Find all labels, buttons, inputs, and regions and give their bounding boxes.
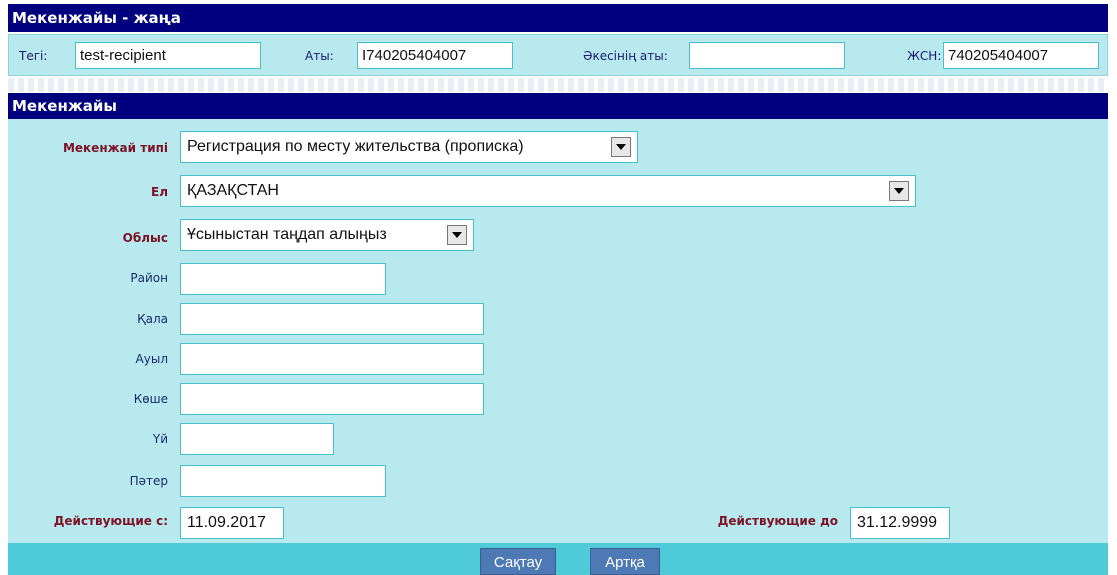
village-label: Ауыл xyxy=(135,352,168,366)
person-info-row: Тегі: test-recipient Аты: I740205404007 … xyxy=(8,34,1108,76)
back-button[interactable]: Артқа xyxy=(590,548,660,575)
name-label: Аты: xyxy=(305,49,334,63)
valid-to-label: Действующие до xyxy=(717,514,838,528)
name-field[interactable]: I740205404007 xyxy=(357,42,513,69)
city-label: Қала xyxy=(137,312,168,326)
valid-to-input[interactable]: 31.12.9999 xyxy=(850,507,950,539)
country-value: ҚАЗАҚСТАН xyxy=(187,182,279,199)
iin-field[interactable]: 740205404007 xyxy=(943,42,1099,69)
house-input[interactable] xyxy=(180,423,334,455)
city-input[interactable] xyxy=(180,303,484,335)
surname-field[interactable]: test-recipient xyxy=(75,42,261,69)
address-type-label: Мекенжай типі xyxy=(62,141,168,155)
district-input[interactable] xyxy=(180,263,386,295)
flat-input[interactable] xyxy=(180,465,386,497)
iin-label: ЖСН: xyxy=(907,49,942,63)
valid-from-input[interactable]: 11.09.2017 xyxy=(180,507,284,539)
chevron-down-icon[interactable] xyxy=(889,181,909,201)
background-watermark xyxy=(8,78,1108,92)
village-input[interactable] xyxy=(180,343,484,375)
surname-label: Тегі: xyxy=(19,49,48,63)
patronymic-label: Әкесінің аты: xyxy=(583,49,668,63)
region-label: Облыс xyxy=(122,231,168,245)
address-type-value: Регистрация по месту жительства (прописк… xyxy=(187,138,524,155)
valid-from-label: Действующие с: xyxy=(53,514,168,528)
country-label: Ел xyxy=(151,185,168,199)
chevron-down-icon[interactable] xyxy=(611,137,631,157)
save-button[interactable]: Сақтау xyxy=(480,548,556,575)
house-label: Үй xyxy=(152,432,168,446)
window-title: Мекенжайы - жаңа xyxy=(8,4,1108,32)
section-title: Мекенжайы xyxy=(8,93,1108,119)
region-select[interactable]: Ұсыныстан таңдап алыңыз xyxy=(180,219,474,251)
region-value: Ұсыныстан таңдап алыңыз xyxy=(187,226,387,243)
district-label: Район xyxy=(130,271,168,285)
country-select[interactable]: ҚАЗАҚСТАН xyxy=(180,175,916,207)
chevron-down-icon[interactable] xyxy=(447,225,467,245)
street-label: Көше xyxy=(133,392,168,406)
flat-label: Пәтер xyxy=(129,474,168,488)
street-input[interactable] xyxy=(180,383,484,415)
button-row: Сақтау Артқа xyxy=(8,543,1108,575)
address-type-select[interactable]: Регистрация по месту жительства (прописк… xyxy=(180,131,638,163)
address-form: Мекенжай типі Регистрация по месту жител… xyxy=(8,119,1108,575)
patronymic-field[interactable] xyxy=(689,42,845,69)
